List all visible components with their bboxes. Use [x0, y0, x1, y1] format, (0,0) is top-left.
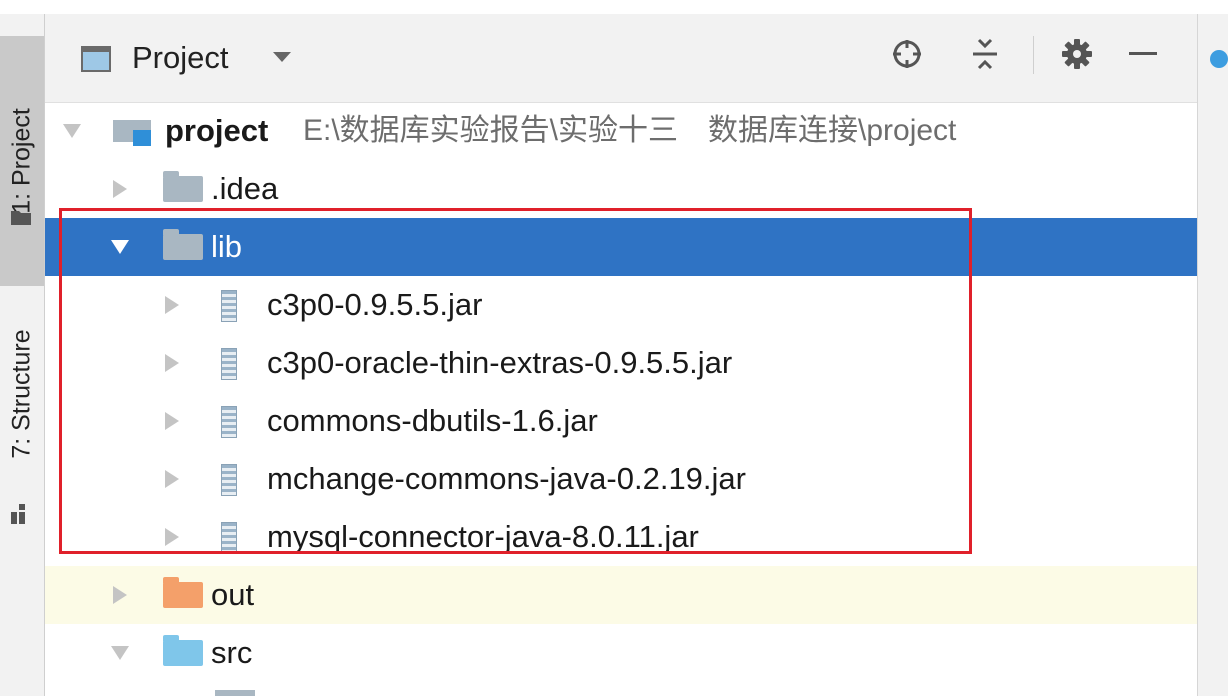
tree-label-out: out [211, 577, 255, 612]
tool-tab-structure-label: 7: Structure [7, 329, 36, 459]
tree-node-out[interactable]: out [45, 566, 1197, 624]
tree-label-jar: mchange-commons-java-0.2.19.jar [267, 461, 746, 496]
tree-node-idea[interactable]: .idea [45, 160, 1197, 218]
tool-tab-project-label: 1: Project [7, 108, 36, 214]
tree-label-src: src [211, 635, 253, 670]
minimize-icon[interactable] [1123, 34, 1163, 74]
expand-arrow-icon[interactable] [113, 586, 127, 604]
folder-icon [163, 171, 203, 202]
right-tool-strip [1197, 14, 1228, 696]
toolbar-separator [1033, 36, 1034, 74]
tree-node-jar[interactable]: mchange-commons-java-0.2.19.jar [45, 450, 1197, 508]
tree-node-src[interactable]: src [45, 624, 1197, 682]
view-dropdown-icon[interactable] [273, 52, 291, 62]
jar-icon [221, 522, 237, 554]
tree-label-idea: .idea [211, 171, 279, 206]
folder-icon [163, 229, 203, 260]
tree-node-jar[interactable]: commons-dbutils-1.6.jar [45, 392, 1197, 450]
panel-title[interactable]: Project [132, 38, 228, 78]
gear-icon[interactable] [1057, 34, 1097, 74]
expand-arrow-icon[interactable] [165, 470, 179, 488]
window-top-strip [0, 0, 1228, 14]
tree-label-jar: c3p0-0.9.5.5.jar [267, 287, 483, 322]
collapse-arrow-icon[interactable] [111, 646, 129, 660]
tree-node-project[interactable]: project E:\数据库实验报告\实验十三 数据库连接\project [45, 102, 1197, 160]
notification-dot-icon[interactable] [1210, 50, 1228, 68]
expand-arrow-icon[interactable] [165, 296, 179, 314]
tree-node-lib[interactable]: lib [45, 218, 1197, 276]
jar-icon [221, 464, 237, 496]
tree-node-partial [45, 682, 1197, 696]
tree-label-jar: commons-dbutils-1.6.jar [267, 403, 598, 438]
collapse-icon[interactable] [965, 34, 1005, 74]
tree-node-jar[interactable]: c3p0-0.9.5.5.jar [45, 276, 1197, 334]
tree-label-lib: lib [211, 229, 243, 264]
left-tool-strip: 1: Project 7: Structure [0, 14, 45, 696]
module-icon [113, 120, 151, 146]
tree-label-jar: mysql-connector-java-8.0.11.jar [267, 519, 699, 554]
collapse-arrow-icon[interactable] [111, 240, 129, 254]
tree-node-jar[interactable]: c3p0-oracle-thin-extras-0.9.5.5.jar [45, 334, 1197, 392]
jar-icon [221, 290, 237, 322]
tree-label-jar: c3p0-oracle-thin-extras-0.9.5.5.jar [267, 345, 733, 380]
structure-tab-icon [11, 504, 31, 529]
project-path: E:\数据库实验报告\实验十三 数据库连接\project [303, 114, 957, 147]
expand-arrow-icon[interactable] [113, 180, 127, 198]
jar-icon [221, 348, 237, 380]
project-tab-icon [11, 209, 31, 230]
tool-tab-project[interactable]: 1: Project [0, 36, 44, 286]
expand-arrow-icon[interactable] [165, 354, 179, 372]
project-panel: Project project E:\数据库实验报告\实验十三 数据库连接\pr… [45, 14, 1197, 696]
panel-header: Project [45, 14, 1197, 103]
output-folder-icon [163, 577, 203, 608]
folder-icon [215, 690, 255, 696]
locate-icon[interactable] [887, 34, 927, 74]
tool-tab-structure[interactable]: 7: Structure [0, 294, 44, 494]
jar-icon [221, 406, 237, 438]
expand-arrow-icon[interactable] [165, 528, 179, 546]
expand-arrow-icon[interactable] [165, 412, 179, 430]
project-view-icon [81, 46, 111, 72]
expand-arrow-icon[interactable] [63, 124, 81, 138]
source-folder-icon [163, 635, 203, 666]
tree-label-project: project [165, 113, 269, 148]
tree-node-jar[interactable]: mysql-connector-java-8.0.11.jar [45, 508, 1197, 566]
